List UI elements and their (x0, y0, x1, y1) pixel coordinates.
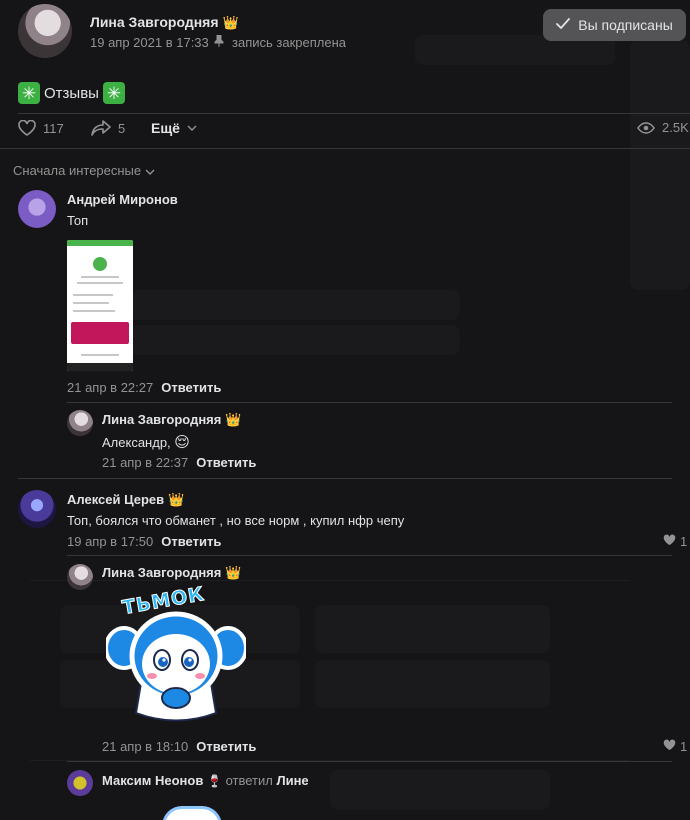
post-author-name[interactable]: Лина Завгородняя (90, 14, 219, 30)
like-count: 117 (43, 120, 64, 136)
more-button[interactable]: Ещё (151, 120, 197, 136)
comment-text: Топ (67, 213, 89, 228)
comment-text: Александр, 😌 (102, 433, 190, 451)
sort-label: Сначала интересные (13, 163, 142, 178)
comment-date[interactable]: 21 апр в 22:27 (67, 380, 153, 395)
comment-meta: 21 апр в 18:10 Ответить (102, 739, 256, 754)
divider (67, 761, 672, 762)
heart-icon (663, 739, 676, 754)
replied-label: ответил (225, 773, 273, 788)
heart-icon (663, 534, 676, 549)
comment-meta: 19 апр в 17:50 Ответить (67, 534, 221, 549)
crown-icon: 👑 (225, 412, 242, 427)
comment-like-count: 1 (680, 534, 688, 549)
comment-author-name[interactable]: Лина Завгородняя (102, 565, 221, 580)
comment-author[interactable]: Лина Завгородняя 👑 (102, 412, 242, 428)
crown-icon: 👑 (168, 492, 185, 507)
comment-meta: 21 апр в 22:27 Ответить (67, 380, 221, 395)
author-avatar[interactable] (18, 4, 72, 58)
comment-author-name[interactable]: Максим Неонов (102, 773, 203, 788)
reply-button[interactable]: Ответить (196, 739, 256, 754)
post-meta: 19 апр 2021 в 17:33 запись закреплена (90, 34, 346, 50)
reply-button[interactable]: Ответить (161, 534, 221, 549)
pinned-label: запись закреплена (232, 35, 346, 50)
comment-author[interactable]: Лина Завгородняя 👑 (102, 565, 242, 581)
post-text: ✳ Отзывы ✳ (18, 82, 125, 104)
comment-author[interactable]: Алексей Церев 👑 (67, 492, 184, 508)
comment-date[interactable]: 21 апр в 18:10 (102, 739, 188, 754)
avatar[interactable] (67, 564, 93, 590)
post-author[interactable]: Лина Завгородняя 👑 (90, 14, 239, 31)
share-count: 5 (118, 120, 126, 136)
heart-icon (18, 120, 36, 136)
comment-attachment-image[interactable] (67, 240, 133, 371)
sticker-partial (162, 806, 222, 820)
chevron-down-icon (187, 125, 197, 131)
divider (18, 478, 672, 479)
crown-icon: 👑 (222, 15, 239, 30)
divider (0, 148, 690, 149)
comment-like-button[interactable]: 1 (663, 534, 687, 549)
comment-like-count: 1 (680, 739, 688, 754)
subscribed-label: Вы подписаны (578, 17, 673, 33)
comment-author[interactable]: Максим Неонов 🍷 ответил Лине (102, 773, 309, 788)
sticker[interactable]: ТЬМОК (104, 582, 248, 730)
checkmark-icon (556, 17, 571, 33)
views: 2.5K (637, 120, 689, 135)
comments-sort[interactable]: Сначала интересные (13, 163, 155, 178)
post-date[interactable]: 19 апр 2021 в 17:33 (90, 35, 209, 50)
comment-author[interactable]: Андрей Миронов (67, 192, 178, 207)
like-button[interactable]: 117 (18, 120, 64, 136)
eye-icon (637, 121, 655, 134)
pin-icon (214, 34, 224, 50)
wine-glass-icon: 🍷 (206, 774, 222, 788)
relieved-face-emoji: 😌 (174, 434, 190, 451)
reply-button[interactable]: Ответить (196, 455, 256, 470)
divider (18, 113, 690, 114)
post-actions: 117 5 Ещё 2.5K (18, 120, 690, 142)
share-icon (91, 120, 111, 136)
more-label: Ещё (151, 120, 180, 136)
views-count: 2.5K (662, 120, 689, 135)
comment-author-name[interactable]: Лина Завгородняя (102, 412, 221, 427)
avatar[interactable] (18, 190, 56, 228)
reply-button[interactable]: Ответить (161, 380, 221, 395)
avatar[interactable] (18, 490, 56, 528)
divider (67, 402, 672, 403)
comment-date[interactable]: 21 апр в 22:37 (102, 455, 188, 470)
share-button[interactable]: 5 (91, 120, 125, 136)
comment-text-body: Александр, (102, 435, 171, 450)
replied-to-link[interactable]: Лине (276, 773, 308, 788)
comment-author-name[interactable]: Алексей Церев (67, 492, 164, 507)
comment-meta: 21 апр в 22:37 Ответить (102, 455, 256, 470)
chevron-down-icon (145, 163, 155, 178)
crown-icon: 👑 (225, 565, 242, 580)
subscribed-button[interactable]: Вы подписаны (543, 9, 686, 41)
avatar[interactable] (67, 770, 93, 796)
sparkle-icon: ✳ (18, 82, 40, 104)
comment-like-button[interactable]: 1 (663, 739, 687, 754)
comment-text: Топ, боялся что обманет , но все норм , … (67, 513, 405, 528)
post-title: Отзывы (44, 84, 99, 102)
sparkle-icon: ✳ (102, 82, 125, 104)
post-header: Лина Завгородняя 👑 19 апр 2021 в 17:33 за… (18, 4, 690, 60)
avatar[interactable] (67, 410, 93, 436)
comment-date[interactable]: 19 апр в 17:50 (67, 534, 153, 549)
divider (67, 555, 672, 556)
